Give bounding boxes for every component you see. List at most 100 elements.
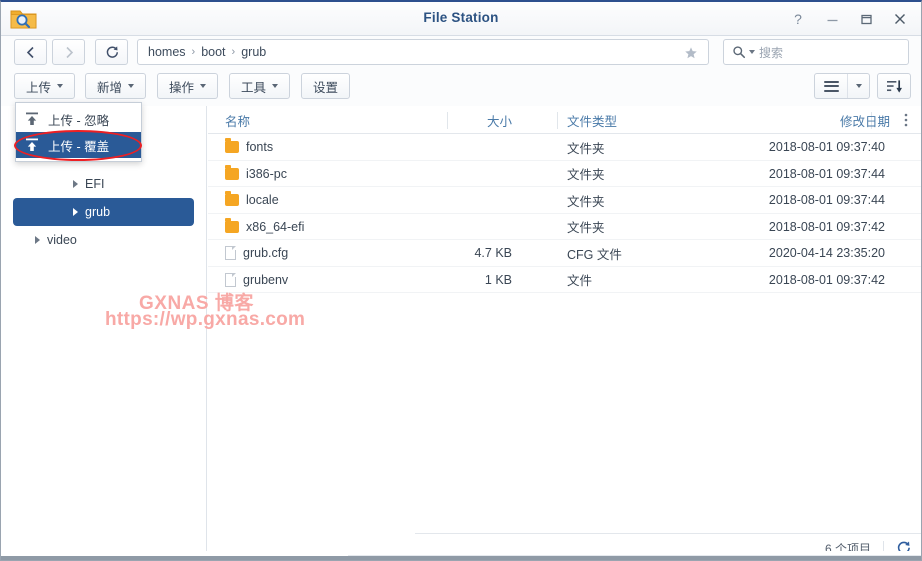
chevron-down-icon [57, 84, 64, 88]
file-type-cell: 文件 [567, 274, 593, 289]
help-button[interactable]: ? [781, 4, 815, 34]
chevron-left-icon [26, 46, 34, 58]
refresh-icon [106, 46, 118, 58]
chevron-right-icon[interactable] [35, 236, 40, 244]
menu-item-label: 上传 - 覆盖 [48, 139, 110, 154]
table-row[interactable]: fonts 文件夹 2018-08-01 09:37:40 [208, 134, 921, 161]
file-name-cell: fonts [225, 134, 273, 161]
sidebar-item-label: grub [85, 205, 111, 219]
title-bar: File Station ? [1, 2, 921, 36]
chevron-right-icon[interactable] [73, 208, 78, 216]
breadcrumb-item-homes[interactable]: homes [148, 45, 186, 59]
file-type-cell: 文件夹 [567, 168, 605, 183]
search-icon [733, 46, 746, 59]
menu-item-upload-overwrite[interactable]: 上传 - 覆盖 [16, 132, 141, 158]
sidebar-item-efi[interactable]: EFI [13, 170, 194, 198]
file-modified-cell: 2018-08-01 09:37:44 [768, 193, 885, 208]
file-modified-cell: 2018-08-01 09:37:42 [768, 272, 885, 287]
view-mode-dropdown[interactable] [847, 74, 869, 98]
sort-descending-icon [886, 79, 902, 93]
maximize-button[interactable] [849, 4, 883, 34]
upload-button[interactable]: 上传 [14, 73, 76, 99]
search-box[interactable]: 搜索 [723, 39, 909, 65]
file-name: i386-pc [246, 166, 287, 181]
file-name: fonts [246, 140, 274, 155]
maximize-icon [860, 14, 872, 24]
file-name: locale [246, 193, 279, 208]
table-row[interactable]: x86_64-efi 文件夹 2018-08-01 09:37:42 [208, 214, 921, 241]
main-body: admin boot EFI grub video 名称 [1, 106, 921, 560]
file-name-cell: i386-pc [225, 161, 287, 188]
tools-button-label: 工具 [241, 80, 267, 95]
file-size-cell: 1 KB [484, 272, 512, 287]
file-modified-cell: 2018-08-01 09:37:42 [768, 219, 885, 234]
file-size-cell [461, 214, 512, 241]
chevron-down-icon [200, 84, 207, 88]
file-type-cell: 文件夹 [567, 141, 605, 156]
file-name: x86_64-efi [246, 219, 305, 234]
back-button[interactable] [14, 39, 47, 65]
chevron-down-icon [128, 84, 135, 88]
column-header-name[interactable]: 名称 [225, 106, 250, 134]
sort-button[interactable] [877, 73, 911, 99]
breadcrumb-separator: › [231, 46, 236, 58]
table-row[interactable]: grub.cfg 4.7 KB CFG 文件 2020-04-14 23:35:… [208, 240, 921, 267]
tools-button[interactable]: 工具 [229, 73, 291, 99]
sidebar-item-grub[interactable]: grub [13, 198, 194, 226]
folder-icon [225, 217, 239, 233]
file-type-cell: CFG 文件 [567, 247, 622, 262]
column-header-modified[interactable]: 修改日期 [840, 106, 890, 134]
chevron-down-icon [272, 84, 279, 88]
list-view-icon[interactable] [815, 74, 847, 98]
close-button[interactable] [883, 4, 917, 34]
window-controls: ? [781, 2, 917, 36]
file-icon [225, 246, 236, 261]
sidebar-item-label: video [47, 233, 77, 247]
forward-button[interactable] [52, 39, 85, 65]
horizontal-scrollbar[interactable] [1, 551, 921, 560]
file-modified-cell: 2018-08-01 09:37:40 [768, 140, 885, 155]
file-modified-cell: 2020-04-14 23:35:20 [768, 246, 885, 261]
table-row[interactable]: grubenv 1 KB 文件 2018-08-01 09:37:42 [208, 267, 921, 293]
upload-icon [24, 138, 40, 152]
new-button[interactable]: 新增 [85, 73, 147, 99]
settings-button[interactable]: 设置 [301, 73, 351, 99]
scrollbar-thumb[interactable] [1, 556, 921, 560]
refresh-button[interactable] [95, 39, 128, 65]
chevron-right-icon[interactable] [73, 180, 78, 188]
file-name-cell: locale [225, 187, 279, 214]
close-icon [895, 14, 905, 24]
chevron-down-icon [855, 84, 862, 88]
navigation-bar: homes › boot › grub 搜索 [1, 36, 921, 68]
search-input[interactable]: 搜索 [759, 44, 783, 61]
folder-icon [225, 164, 239, 180]
file-modified-cell: 2018-08-01 09:37:44 [768, 166, 885, 181]
file-size-cell: 4.7 KB [474, 246, 512, 261]
column-header-type[interactable]: 文件类型 [567, 106, 617, 134]
upload-icon [24, 112, 40, 126]
breadcrumb-item-boot[interactable]: boot [201, 45, 225, 59]
star-icon[interactable] [680, 43, 702, 63]
table-row[interactable]: i386-pc 文件夹 2018-08-01 09:37:44 [208, 161, 921, 188]
folder-icon [225, 191, 239, 207]
chevron-down-icon[interactable] [749, 50, 755, 54]
file-name-cell: x86_64-efi [225, 214, 304, 241]
minimize-icon [827, 19, 837, 21]
file-name: grubenv [243, 272, 289, 287]
menu-item-upload-skip[interactable]: 上传 - 忽略 [16, 106, 141, 132]
action-button[interactable]: 操作 [157, 73, 219, 99]
sidebar-item-video[interactable]: video [13, 226, 194, 254]
table-row[interactable]: locale 文件夹 2018-08-01 09:37:44 [208, 187, 921, 214]
upload-button-label: 上传 [26, 80, 52, 95]
file-name-cell: grub.cfg [225, 240, 288, 267]
minimize-button[interactable] [815, 4, 849, 34]
sidebar-tree: admin boot EFI grub video [1, 106, 207, 560]
breadcrumb-bar[interactable]: homes › boot › grub [137, 39, 709, 65]
breadcrumb-item-grub[interactable]: grub [241, 45, 266, 59]
file-station-window: File Station ? homes › boot › grub 搜索 上传… [0, 0, 922, 561]
folder-icon [225, 138, 239, 154]
sidebar-item-label: EFI [85, 177, 105, 191]
column-header-size[interactable]: 大小 [461, 106, 512, 134]
more-vertical-icon[interactable] [899, 106, 913, 134]
file-name: grub.cfg [243, 246, 289, 261]
